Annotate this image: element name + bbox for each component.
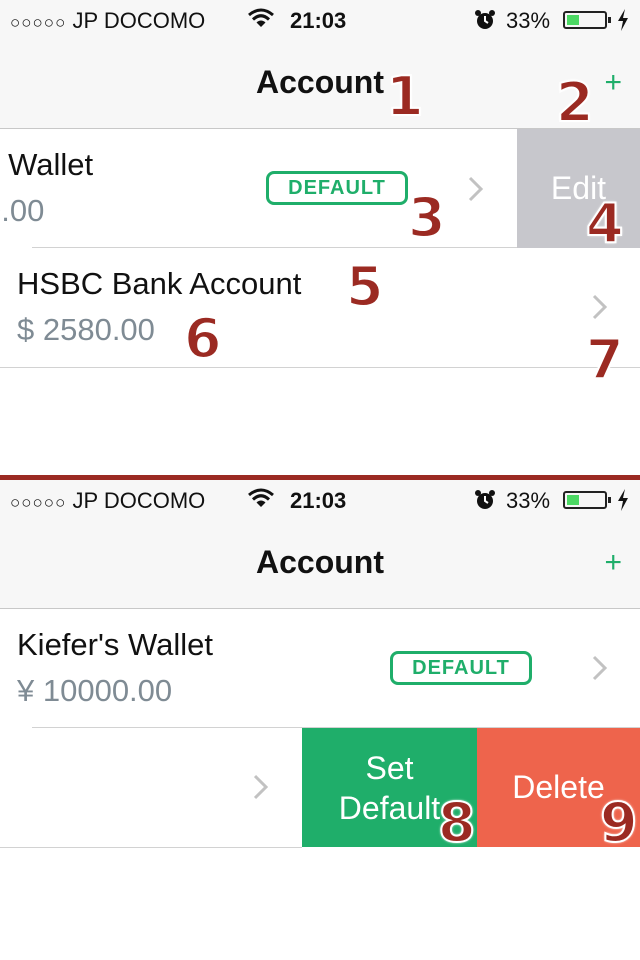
charging-icon	[618, 489, 628, 511]
screen-edit-state: ○○○○○ JP DOCOMO 21:03 33% Account + s Wa…	[0, 0, 640, 480]
account-row[interactable]: HSBC Bank Account $ 2580.00	[0, 248, 640, 367]
wifi-icon	[248, 8, 274, 27]
annotation-6: 6	[183, 307, 223, 370]
battery-percent: 33%	[506, 488, 551, 513]
battery-icon	[563, 11, 611, 29]
signal-dots: ○○○○○	[10, 493, 67, 512]
carrier-name: JP DOCOMO	[72, 488, 206, 513]
chevron-right-icon	[592, 655, 608, 681]
set-default-label-line1: Set	[365, 749, 414, 786]
charging-icon	[618, 9, 628, 31]
status-time: 21:03	[290, 488, 347, 513]
set-default-label-line2: Default	[338, 789, 441, 826]
chevron-right-icon	[468, 176, 484, 202]
screen-delete-state: ○○○○○ JP DOCOMO 21:03 33% Account + Kief…	[0, 480, 640, 960]
row-separator	[0, 367, 640, 368]
status-bar: ○○○○○ JP DOCOMO 21:03 33%	[0, 480, 640, 522]
page-title: Account	[256, 64, 384, 100]
status-bar: ○○○○○ JP DOCOMO 21:03 33%	[0, 0, 640, 42]
account-name: s Wallet	[0, 147, 94, 182]
account-name: Kiefer's Wallet	[17, 627, 213, 662]
chevron-right-icon	[253, 774, 269, 800]
account-balance: ¥ 10000.00	[17, 673, 173, 708]
annotation-5: 5	[345, 255, 385, 318]
carrier: ○○○○○ JP DOCOMO	[10, 488, 205, 514]
chevron-right-icon	[592, 294, 608, 320]
signal-dots: ○○○○○	[10, 13, 67, 32]
annotation-9: 9	[599, 791, 639, 854]
row-separator	[0, 847, 302, 848]
carrier: ○○○○○ JP DOCOMO	[10, 8, 205, 34]
account-balance: $ 2580.00	[17, 312, 155, 347]
navigation-bar: Account +	[0, 522, 640, 609]
account-row-swiped[interactable]: Set Default Delete	[0, 728, 640, 847]
carrier-name: JP DOCOMO	[72, 8, 206, 33]
default-badge: DEFAULT	[266, 171, 408, 205]
annotation-3: 3	[407, 186, 447, 249]
page-title: Account	[256, 544, 384, 580]
status-time: 21:03	[290, 8, 347, 33]
battery-icon	[563, 491, 611, 509]
annotation-2: 2	[555, 71, 595, 134]
add-account-button[interactable]: +	[604, 68, 622, 98]
navigation-bar: Account +	[0, 42, 640, 129]
alarm-icon	[475, 10, 495, 29]
add-account-button[interactable]: +	[604, 548, 622, 578]
account-row[interactable]: Kiefer's Wallet ¥ 10000.00 DEFAULT	[0, 609, 640, 728]
wifi-icon	[248, 488, 274, 507]
annotation-8: 8	[437, 791, 477, 854]
account-name: HSBC Bank Account	[17, 266, 302, 301]
annotation-1: 1	[385, 65, 425, 128]
battery-percent: 33%	[506, 8, 551, 33]
account-row-swiped[interactable]: s Wallet 0.00 DEFAULT Edit	[0, 129, 640, 248]
account-balance: 0.00	[0, 193, 45, 228]
annotation-7: 7	[585, 328, 625, 391]
annotation-4: 4	[585, 192, 625, 255]
alarm-icon	[475, 490, 495, 509]
default-badge: DEFAULT	[390, 651, 532, 685]
